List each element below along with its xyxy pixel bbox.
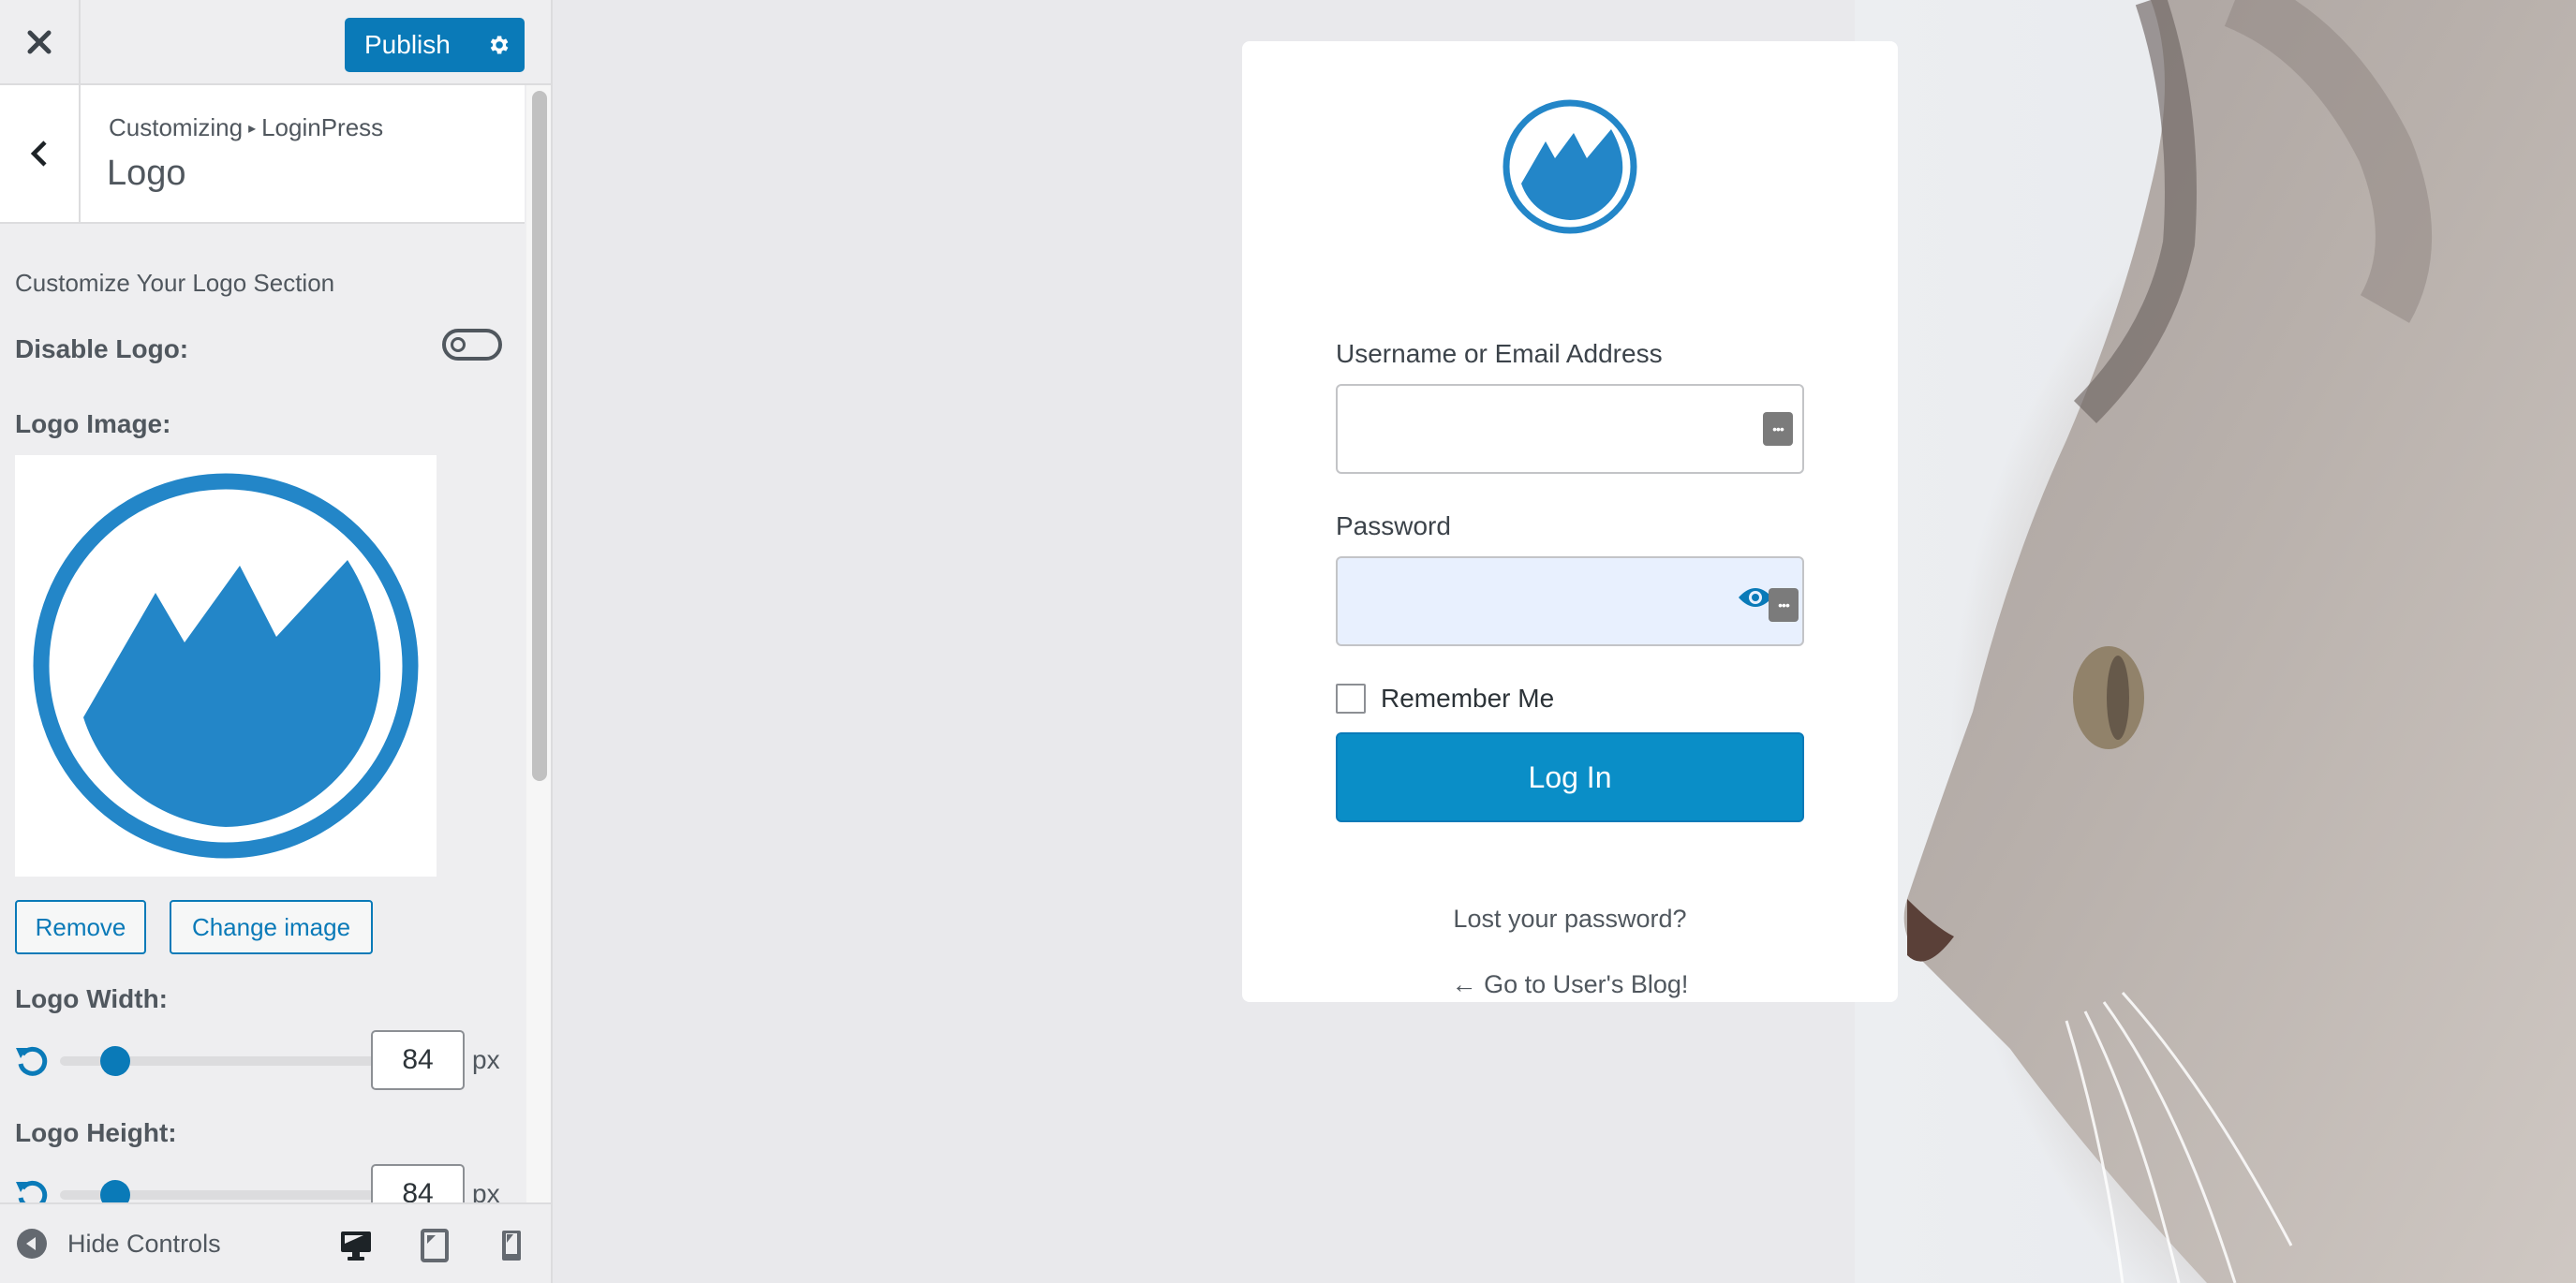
logo-image-preview[interactable] [15,455,437,877]
breadcrumb-separator: ▸ [248,121,257,137]
password-manager-icon[interactable]: ••• [1763,412,1793,446]
password-label: Password [1336,511,1451,540]
back-to-blog-link[interactable]: ← Go to User's Blog! [1242,970,1898,999]
breadcrumb: Customizing ▸ LoginPress [109,113,383,142]
close-icon [27,30,52,53]
publish-button[interactable]: Publish [345,18,472,72]
hide-controls-button[interactable]: Hide Controls [17,1204,221,1283]
logo-width-label: Logo Width: [15,984,169,1013]
section-header: Customizing ▸ LoginPress Logo [0,85,525,224]
preview-desktop-button[interactable] [328,1217,384,1274]
logo-width-input[interactable] [371,1030,465,1090]
close-customizer-button[interactable] [0,0,81,83]
breadcrumb-parent: LoginPress [261,113,384,141]
remember-me-label: Remember Me [1381,684,1555,713]
change-image-button[interactable]: Change image [170,900,373,954]
customizer-sidebar: Publish Customizing ▸ LoginPress Logo Cust… [0,0,553,1283]
collapse-arrow-icon [17,1229,47,1259]
disable-logo-toggle[interactable] [442,329,502,361]
logo-width-slider-thumb[interactable] [99,1046,130,1076]
password-input[interactable]: ••• [1336,556,1804,646]
sidebar-scrollbar-thumb[interactable] [532,91,547,781]
lost-password-link[interactable]: Lost your password? [1242,905,1898,934]
chevron-left-icon [30,140,47,167]
site-logo-icon[interactable] [1501,97,1639,236]
reset-icon[interactable] [15,1043,49,1077]
publish-button-group: Publish [345,18,525,72]
cat-silhouette-image [1903,0,2576,1283]
logo-width-unit: px [472,1045,500,1074]
login-preview: Username or Email Address ••• Password •… [553,0,2576,1283]
disable-logo-label: Disable Logo: [15,334,189,363]
username-label: Username or Email Address [1336,339,1663,368]
section-title: Logo [107,154,186,193]
log-in-button[interactable]: Log In [1336,732,1804,822]
hide-controls-label: Hide Controls [67,1229,221,1258]
back-button[interactable] [0,85,81,222]
customizer-header: Publish [0,0,551,85]
remember-me-checkbox[interactable]: Remember Me [1336,684,1554,714]
preview-mobile-button[interactable] [483,1217,540,1274]
tablet-icon [421,1229,449,1262]
customizer-footer: Hide Controls [0,1202,551,1283]
remember-me-box[interactable] [1336,684,1366,714]
mountain-logo-icon [33,473,419,859]
preview-tablet-button[interactable] [407,1217,463,1274]
login-card: Username or Email Address ••• Password •… [1242,41,1898,1002]
desktop-icon [341,1231,371,1261]
section-description: Customize Your Logo Section [15,269,335,297]
remove-image-button[interactable]: Remove [15,900,146,954]
gear-icon [490,36,509,54]
logo-width-control: px [15,1030,511,1090]
logo-image-label: Logo Image: [15,409,171,438]
breadcrumb-root: Customizing [109,113,244,141]
logo-height-label: Logo Height: [15,1118,177,1147]
toggle-knob [451,337,466,352]
publish-settings-button[interactable] [472,18,525,72]
username-input[interactable]: ••• [1336,384,1804,474]
mobile-icon [502,1231,521,1261]
password-manager-icon[interactable]: ••• [1769,588,1799,622]
